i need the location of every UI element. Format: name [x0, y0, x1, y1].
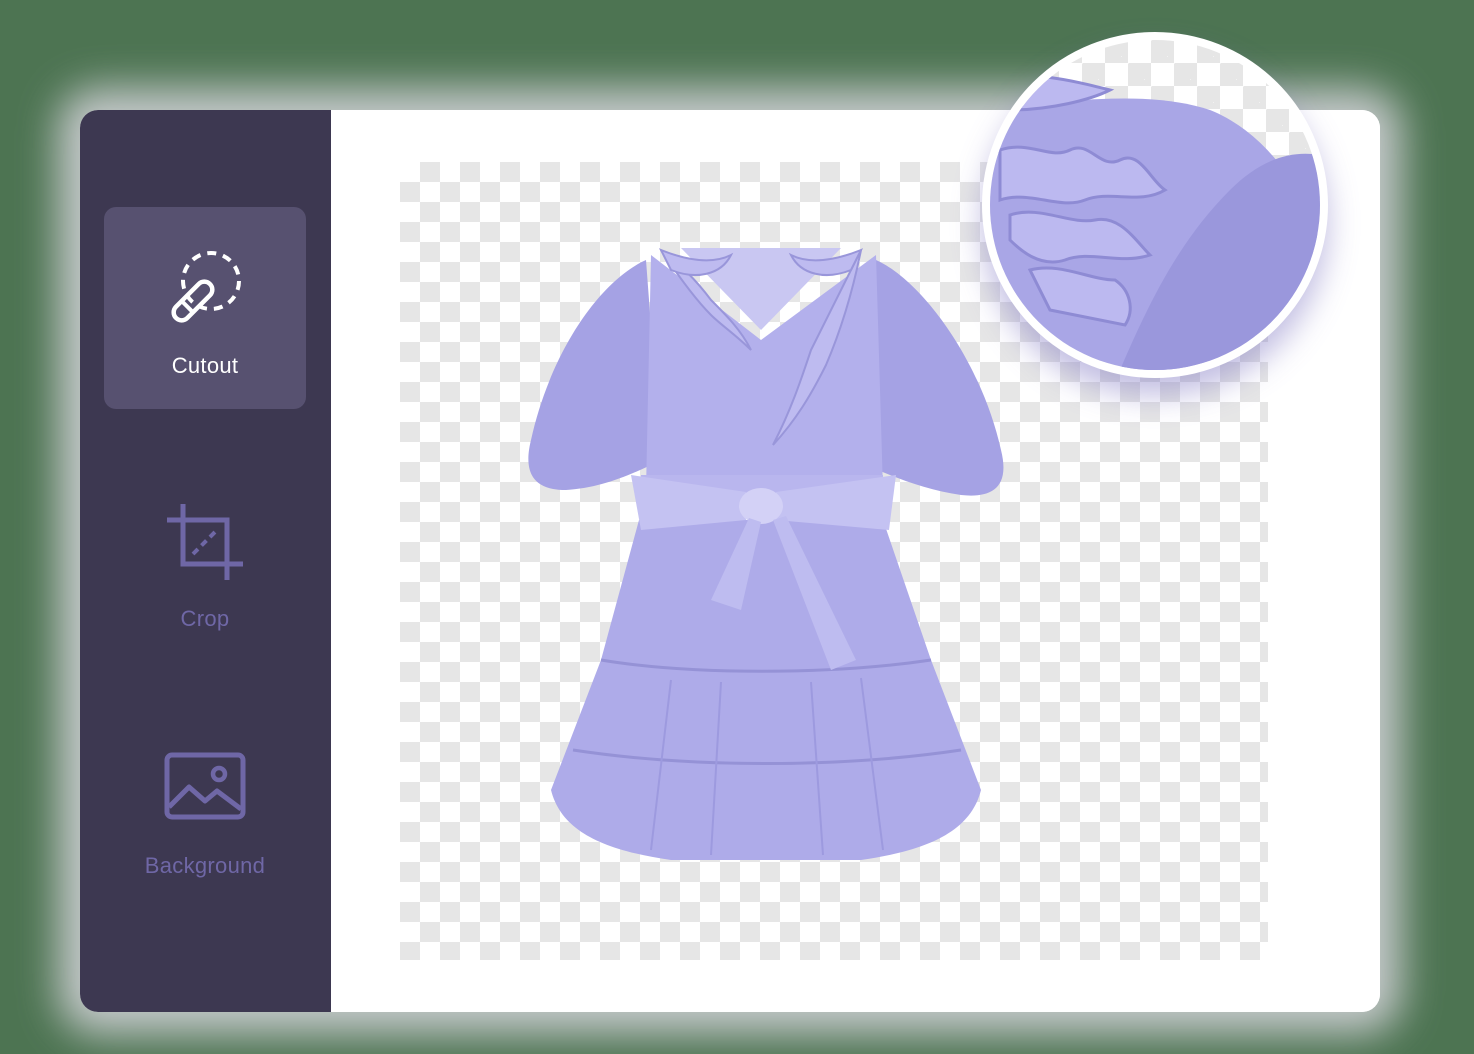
crop-icon	[167, 504, 243, 580]
dress-cutout-image[interactable]	[511, 220, 1031, 920]
cutout-tool-label: Cutout	[171, 353, 239, 378]
zoom-magnifier	[982, 32, 1328, 378]
background-tool-button[interactable]: Background	[104, 707, 306, 909]
cutout-tool-button[interactable]: Cutout	[104, 207, 306, 409]
crop-tool-button[interactable]: Crop	[104, 460, 306, 662]
stage: Cutout Crop Background	[0, 0, 1474, 1054]
cutout-icon	[171, 251, 241, 323]
image-icon	[164, 752, 246, 820]
ruffle-detail-image	[990, 74, 1320, 370]
tool-sidebar: Cutout Crop Background	[80, 110, 331, 1012]
crop-tool-label: Crop	[180, 606, 230, 631]
background-tool-label: Background	[144, 853, 266, 878]
